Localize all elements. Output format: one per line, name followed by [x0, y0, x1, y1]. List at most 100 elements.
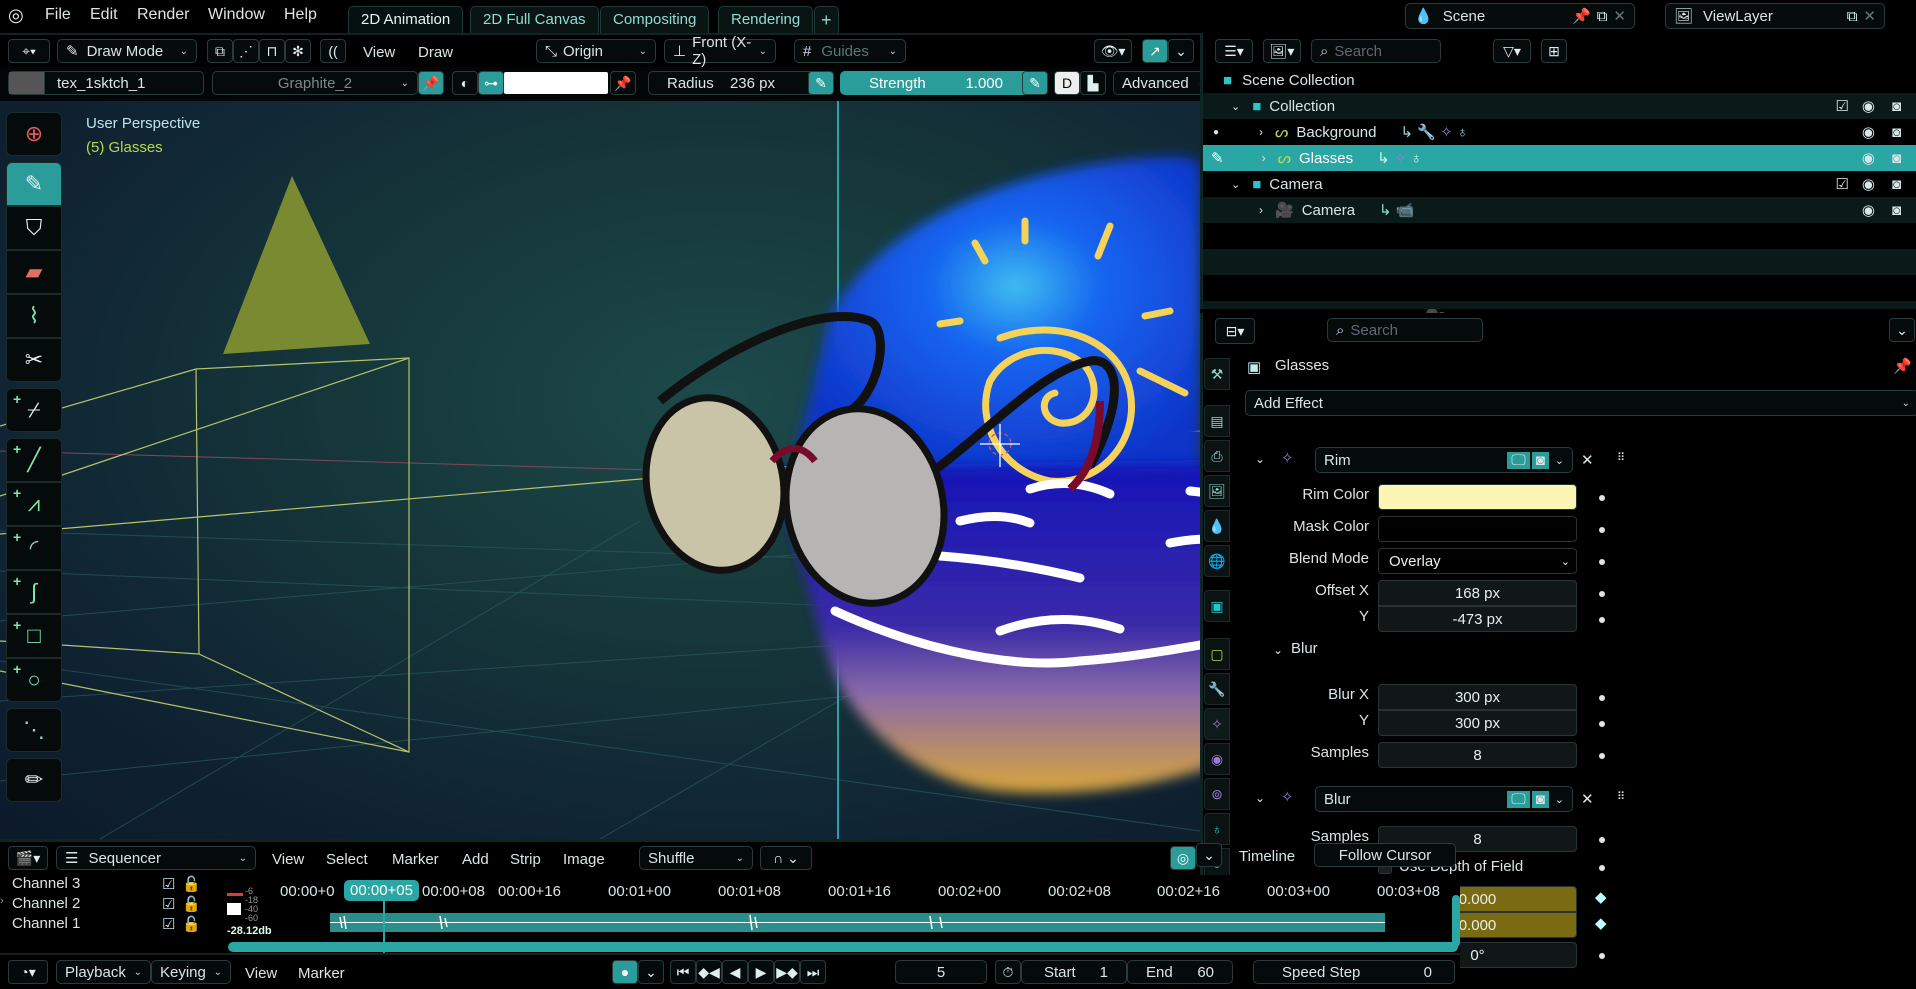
current-frame-field[interactable]: 5	[895, 960, 987, 984]
exclude-checkbox[interactable]: ☑	[1836, 97, 1849, 115]
add-workspace-button[interactable]: +	[814, 6, 839, 33]
properties-editor-type-icon[interactable]: ⊟▾	[1215, 318, 1255, 344]
blur-x-field[interactable]: 300 px	[1378, 684, 1577, 710]
expand-chevron-icon[interactable]: ⌄	[1231, 178, 1240, 191]
menu-render[interactable]: Render	[137, 6, 189, 24]
keyframe-dot[interactable]	[1599, 559, 1605, 565]
brush-selector[interactable]: Graphite_2 ⌄	[212, 71, 418, 95]
audio-strip[interactable]	[330, 913, 1385, 932]
camera-render-icon[interactable]: ◙	[1892, 124, 1901, 141]
modifier-tab-icon[interactable]: 🔧	[1204, 673, 1230, 705]
rim-effect-name-field[interactable]: Rim 🖵 ◙ ⌄	[1315, 447, 1573, 473]
strength-slider[interactable]: Strength 1.000	[840, 71, 1030, 95]
eye-icon[interactable]: ◉	[1862, 175, 1875, 193]
expand-chevron-icon[interactable]: ›	[1259, 203, 1263, 217]
auto-keying-dropdown[interactable]: ⌄	[638, 960, 664, 984]
offset-x-field[interactable]: 168 px	[1378, 580, 1577, 606]
expand-chevron-icon[interactable]: ›	[0, 895, 4, 907]
keyframe-diamond-icon[interactable]: ◆	[1595, 914, 1607, 932]
output-tab-icon[interactable]: ⎙	[1204, 440, 1230, 472]
data-tab-icon[interactable]: ♁	[1204, 813, 1230, 845]
menu-edit[interactable]: Edit	[90, 6, 118, 24]
eye-icon[interactable]: ◉	[1862, 97, 1875, 115]
expand-chevron-icon[interactable]: ›	[1259, 125, 1263, 139]
tab-compositing[interactable]: Compositing	[600, 6, 710, 33]
keyframe-dot[interactable]	[1599, 753, 1605, 759]
interpolate-tool-button[interactable]: ⋱	[6, 708, 62, 752]
drag-handle-icon[interactable]: ⠿	[1617, 451, 1625, 464]
effects-tab-icon[interactable]: ✧	[1204, 708, 1230, 740]
view-menu[interactable]: View	[363, 44, 395, 61]
pin-icon[interactable]: 📌	[1893, 357, 1912, 375]
gizmo-toggle-icon[interactable]: ↗	[1142, 39, 1168, 63]
keying-dropdown[interactable]: Keying ⌄	[151, 960, 231, 984]
new-collection-icon[interactable]: ⊞	[1541, 39, 1567, 63]
playback-dropdown[interactable]: Playback ⌄	[56, 960, 151, 984]
speed-step-field[interactable]: Speed Step 0	[1253, 960, 1455, 984]
draw-menu[interactable]: Draw	[418, 44, 453, 61]
rim-color-swatch[interactable]	[1378, 484, 1577, 510]
copy-icon[interactable]: ⧉	[1847, 8, 1858, 25]
arc-tool-button[interactable]: + ◜	[6, 526, 62, 570]
eyedropper-tool-button[interactable]: + ⌿	[6, 388, 62, 432]
keyframe-diamond-icon[interactable]: ◆	[1595, 888, 1607, 906]
mode-selector[interactable]: ✎ Draw Mode ⌄	[57, 39, 197, 63]
editor-type-button[interactable]: ⌖▾	[8, 39, 50, 63]
start-frame-field[interactable]: Start 1	[1021, 960, 1127, 984]
polyline-tool-button[interactable]: + ⩘	[6, 482, 62, 526]
timeline-view-menu[interactable]: View	[245, 965, 277, 982]
camera-render-icon[interactable]: ◙	[1892, 98, 1901, 115]
blur-y-field[interactable]: 300 px	[1378, 710, 1577, 736]
collapse-chevron-icon[interactable]: ⌄	[1255, 791, 1265, 805]
exclude-checkbox[interactable]: ☑	[1836, 175, 1849, 193]
expand-chevron-icon[interactable]: ⌄	[1231, 100, 1240, 113]
camera-render-icon[interactable]: ◙	[1892, 176, 1901, 193]
channel-2-mute-checkbox[interactable]: ☑	[162, 895, 175, 913]
keyframe-dot[interactable]	[1599, 837, 1605, 843]
eye-icon[interactable]: ◉	[1862, 149, 1875, 167]
blur-subpanel-chevron-icon[interactable]: ⌄	[1273, 643, 1283, 657]
pin-color-icon[interactable]: 📌	[610, 71, 636, 95]
eye-icon[interactable]: ◉	[1862, 201, 1875, 219]
edit-lines-icon[interactable]: ⋰	[233, 39, 259, 63]
keyframe-dot[interactable]	[1599, 695, 1605, 701]
strength-pressure-icon[interactable]: ✎	[1022, 71, 1048, 95]
line-tool-button[interactable]: + ╱	[6, 438, 62, 482]
auto-keying-icon[interactable]: ●	[612, 960, 638, 984]
constraints-tab-icon[interactable]: ⊚	[1204, 778, 1230, 810]
close-icon[interactable]: ✕	[1863, 7, 1876, 25]
tool-tab-icon[interactable]: ⚒	[1204, 358, 1230, 390]
pivot-selector[interactable]: ⤡ Origin ⌄	[536, 39, 656, 63]
current-time-indicator[interactable]: 00:00+05	[344, 880, 419, 901]
copy-icon[interactable]: ⧉	[1597, 8, 1608, 25]
tab-rendering[interactable]: Rendering	[718, 6, 814, 33]
remove-effect-icon[interactable]: ✕	[1581, 451, 1594, 469]
channel-2-lock-icon[interactable]: 🔓	[182, 895, 201, 913]
cutter-tool-button[interactable]: ✂	[6, 338, 62, 382]
tint-tool-button[interactable]: ⌇	[6, 294, 62, 338]
gizmo-dropdown[interactable]: ⌄	[1168, 39, 1194, 63]
draw-tool-button[interactable]: ✎	[6, 162, 62, 206]
snapping-icon[interactable]: ∩ ⌄	[760, 846, 812, 870]
tab-2d-full-canvas[interactable]: 2D Full Canvas	[470, 6, 599, 33]
autolock-icon[interactable]: ⊓	[259, 39, 285, 63]
brush-color-swatch[interactable]	[504, 72, 608, 94]
box-tool-button[interactable]: + □	[6, 614, 62, 658]
blur-subpanel-header[interactable]: Blur	[1291, 640, 1318, 657]
show-viewport-icon[interactable]: 🖵	[1507, 790, 1530, 808]
annotate-tool-button[interactable]: ✏	[6, 758, 62, 802]
seq-menu-strip[interactable]: Strip	[510, 851, 541, 868]
blender-logo-icon[interactable]: ◎	[8, 5, 24, 26]
vertical-scrollbar[interactable]	[1452, 895, 1460, 947]
stroke-placement-icon[interactable]: D	[1054, 71, 1080, 95]
seq-menu-view[interactable]: View	[272, 851, 304, 868]
end-frame-field[interactable]: End 60	[1127, 960, 1233, 984]
remove-effect-icon[interactable]: ✕	[1581, 790, 1594, 808]
show-viewport-icon[interactable]: 🖵	[1507, 451, 1530, 469]
sequencer-view-type-dropdown[interactable]: ☰ Sequencer ⌄	[56, 846, 256, 870]
physics-tab-icon[interactable]: ◉	[1204, 743, 1230, 775]
pin-brush-icon[interactable]: 📌	[418, 71, 444, 95]
filter-icon[interactable]: ▽▾	[1493, 39, 1531, 63]
drag-handle-icon[interactable]: ⠿	[1617, 790, 1625, 803]
color-mode-icon[interactable]: ◐	[452, 71, 478, 95]
